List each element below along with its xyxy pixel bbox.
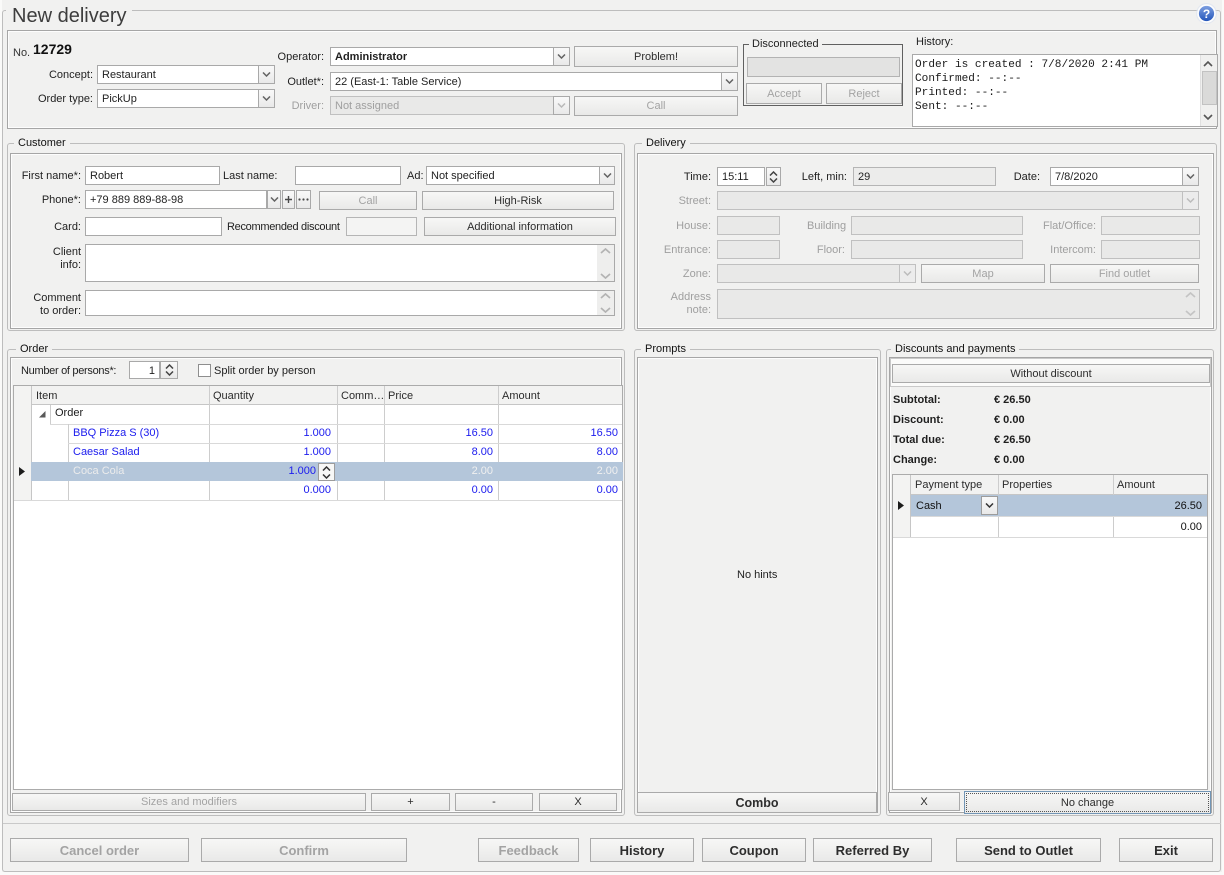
svg-text:?: ?: [1203, 7, 1210, 21]
